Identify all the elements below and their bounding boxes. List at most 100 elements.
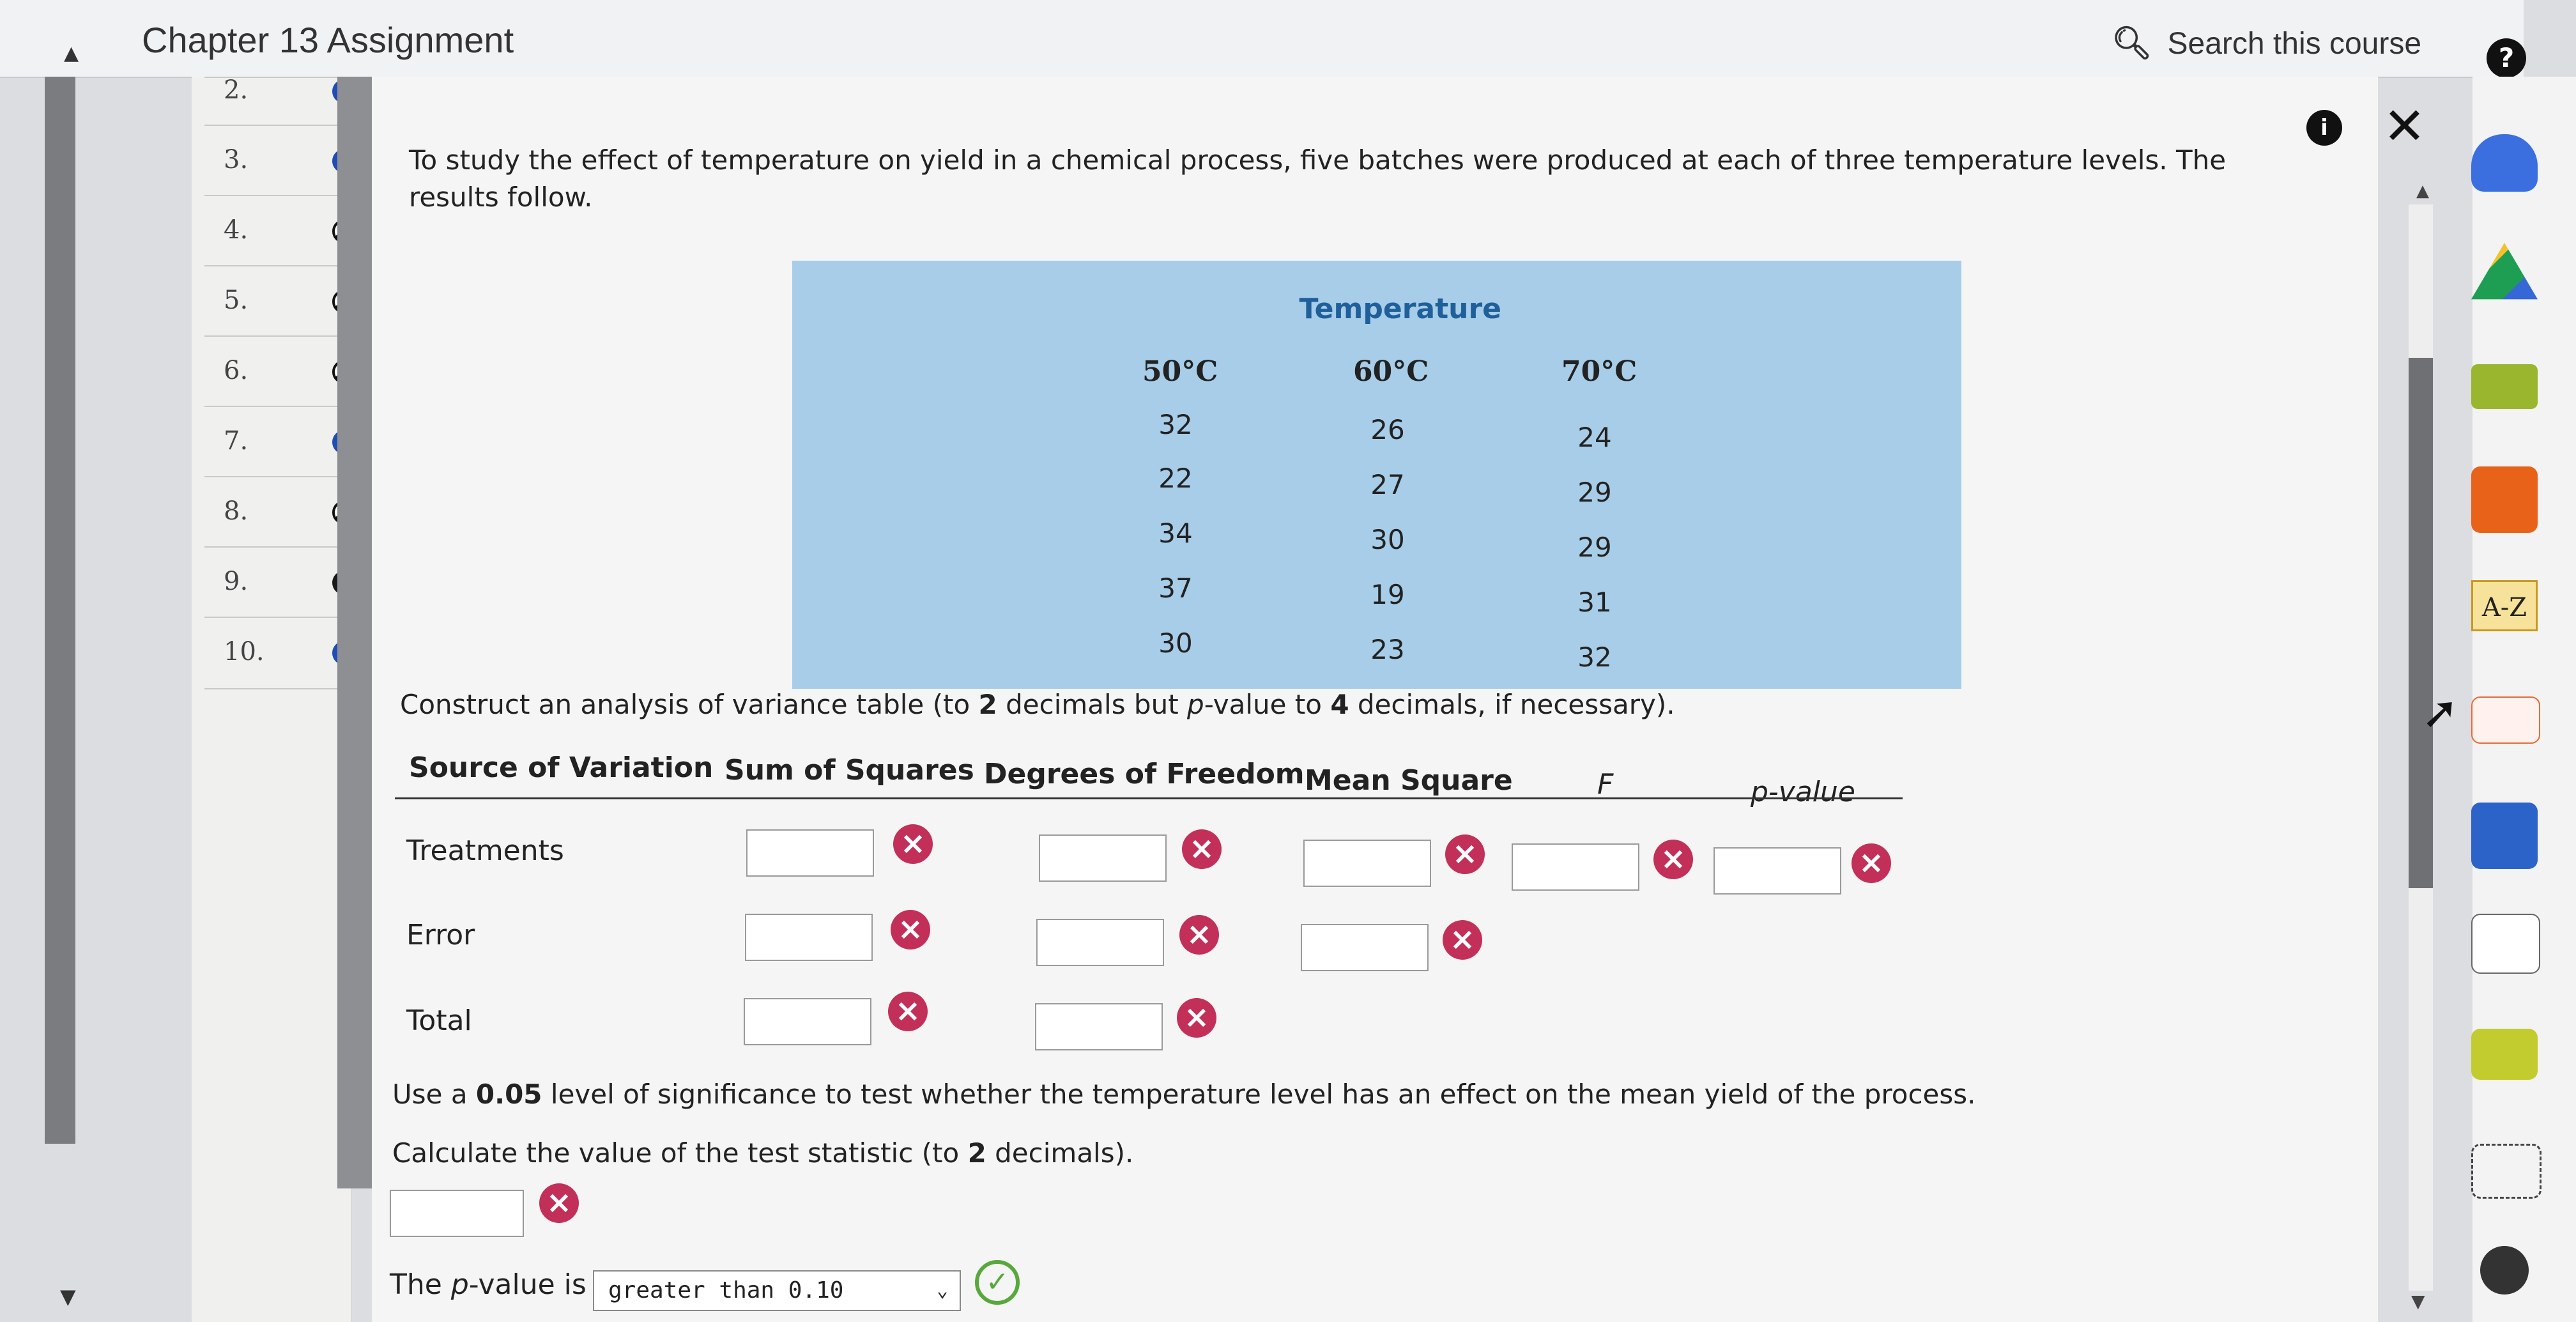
question-item-6[interactable]: 6.: [204, 335, 356, 407]
instruction-text: Calculate the value of the test statisti…: [392, 1137, 968, 1169]
help-icon[interactable]: ?: [2487, 38, 2526, 78]
incorrect-icon: ×: [1179, 915, 1219, 955]
error-ms-input[interactable]: [1301, 924, 1429, 971]
row-label-total: Total: [406, 1004, 472, 1037]
error-df-input[interactable]: [1036, 919, 1164, 966]
test-statistic-input[interactable]: [390, 1190, 524, 1237]
instruction-text: level of significance to test whether th…: [542, 1079, 1976, 1110]
question-item-5[interactable]: 5.: [204, 265, 356, 337]
column-header: 50°C: [1142, 355, 1218, 388]
search-course-link[interactable]: 🔍︎ Search this course: [2112, 24, 2421, 62]
table-cell: 24: [1577, 422, 1612, 453]
table-cell: 29: [1577, 477, 1612, 508]
highlighter-app-icon[interactable]: [2471, 1029, 2538, 1080]
table-caption: Temperature: [1299, 293, 1502, 325]
instruction-text: Use a: [392, 1079, 476, 1110]
header-divider: [395, 797, 1903, 799]
label-text: -value is: [468, 1268, 586, 1301]
treatments-ss-input[interactable]: [746, 829, 874, 877]
instruction-text: decimals but: [997, 689, 1188, 720]
incorrect-icon: ×: [539, 1183, 579, 1223]
table-cell: 31: [1577, 587, 1612, 618]
decimals-value: 4: [1330, 689, 1349, 720]
column-header: 70°C: [1561, 355, 1637, 388]
book-app-icon[interactable]: [2471, 803, 2538, 869]
anova-instruction: Construct an analysis of variance table …: [400, 689, 1675, 720]
anova-header-ms: Mean Square: [1305, 764, 1513, 797]
p-symbol: p: [1187, 689, 1204, 720]
pvalue-label: The p-value is: [390, 1268, 586, 1301]
total-df-input[interactable]: [1035, 1003, 1163, 1050]
data-table: Temperature 50°C 60°C 70°C 32 26 24 22 2…: [792, 261, 1961, 689]
table-cell: 30: [1158, 627, 1193, 659]
mouse-cursor-icon: ➚: [2421, 686, 2459, 739]
info-icon[interactable]: i: [2306, 110, 2342, 146]
table-cell: 37: [1158, 573, 1193, 604]
column-header: 60°C: [1353, 355, 1429, 388]
question-item-4[interactable]: 4.: [204, 195, 356, 266]
instruction-text: decimals, if necessary).: [1349, 689, 1675, 720]
instruction-text: -value to: [1204, 689, 1331, 720]
table-cell: 26: [1370, 414, 1405, 445]
inner-scroll-strip: [337, 77, 372, 1188]
voice-app-icon[interactable]: [2471, 1144, 2542, 1199]
error-ss-input[interactable]: [745, 914, 873, 961]
pvalue-select[interactable]: greater than 0.10 ⌄: [593, 1270, 961, 1311]
table-cell: 27: [1370, 469, 1405, 500]
table-cell: 32: [1577, 642, 1612, 673]
scroll-up-arrow-icon[interactable]: ▲: [64, 42, 79, 65]
problem-statement: To study the effect of temperature on yi…: [409, 144, 2227, 213]
alpha-value: 0.05: [475, 1079, 542, 1110]
a-z-app-icon[interactable]: A-Z: [2471, 580, 2538, 631]
close-icon[interactable]: ✕: [2383, 101, 2426, 152]
table-cell: 34: [1158, 518, 1193, 549]
notebook-app-icon[interactable]: [2471, 914, 2540, 974]
question-item-10[interactable]: 10.: [204, 617, 356, 689]
treatments-pvalue-input[interactable]: [1713, 847, 1841, 895]
scroll-down-arrow-icon[interactable]: ▼: [60, 1284, 76, 1309]
question-number: 4.: [224, 215, 249, 245]
cloud-app-icon[interactable]: [2471, 134, 2538, 192]
anova-header-source: Source of Variation: [409, 751, 714, 784]
incorrect-icon: ×: [891, 910, 930, 949]
incorrect-icon: ×: [888, 992, 928, 1031]
correct-check-icon: ✓: [975, 1260, 1020, 1305]
question-item-7[interactable]: 7.: [204, 406, 356, 477]
treatments-f-input[interactable]: [1512, 843, 1639, 891]
top-bar: Chapter 13 Assignment 🔍︎ Search this cour…: [0, 0, 2524, 78]
table-cell: 19: [1370, 579, 1405, 610]
question-item-8[interactable]: 8.: [204, 476, 356, 548]
chevron-down-icon: ⌄: [936, 1279, 948, 1302]
row-label-error: Error: [406, 919, 475, 951]
anova-header-ss: Sum of Squares: [724, 754, 974, 787]
scroll-down-arrow-icon[interactable]: ▼: [2411, 1291, 2425, 1312]
anova-header-f: F: [1597, 768, 1614, 801]
anova-header-pvalue: p-value: [1751, 776, 1855, 808]
table-cell: 23: [1370, 634, 1405, 665]
search-icon: 🔍︎: [2112, 25, 2152, 61]
instruction-text: Construct an analysis of variance table …: [400, 689, 979, 720]
test-statistic-instruction: Calculate the value of the test statisti…: [392, 1137, 1133, 1169]
rss-app-icon[interactable]: [2471, 466, 2538, 533]
incorrect-icon: ×: [1182, 829, 1222, 869]
accessibility-app-icon[interactable]: [2480, 1246, 2529, 1295]
question-number: 6.: [224, 356, 249, 385]
pencil-app-icon[interactable]: [2471, 364, 2538, 409]
question-number: 7.: [224, 426, 249, 456]
incorrect-icon: ×: [1653, 840, 1693, 879]
table-cell: 30: [1370, 524, 1405, 555]
treatments-ms-input[interactable]: [1303, 840, 1431, 887]
treatments-df-input[interactable]: [1039, 834, 1167, 882]
incorrect-icon: ×: [1177, 998, 1216, 1038]
question-number: 9.: [224, 567, 249, 596]
scroll-up-arrow-icon[interactable]: ▲: [2416, 181, 2429, 201]
incorrect-icon: ×: [1445, 834, 1485, 874]
scrollbar-thumb[interactable]: [2409, 358, 2433, 888]
question-item-3[interactable]: 3.: [204, 125, 356, 196]
total-ss-input[interactable]: [744, 998, 871, 1045]
question-number: 8.: [224, 496, 249, 526]
table-cell: 29: [1577, 532, 1612, 563]
clipping-app-icon[interactable]: [2471, 696, 2540, 744]
incorrect-icon: ×: [893, 824, 933, 864]
question-item-9[interactable]: 9. ✓: [204, 546, 356, 618]
